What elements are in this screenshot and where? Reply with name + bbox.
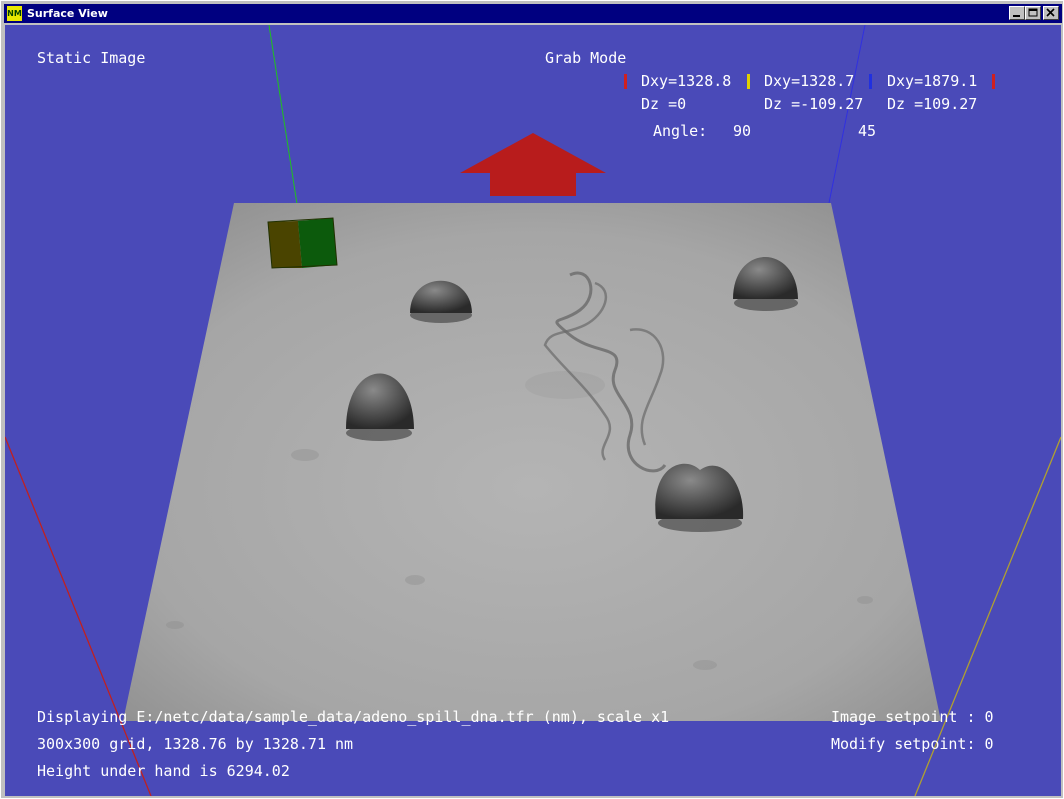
image-setpoint-status: Image setpoint : 0 xyxy=(831,708,994,726)
red-marker-end xyxy=(992,74,995,89)
position-marker[interactable] xyxy=(267,217,338,269)
dxy-1: Dxy=1328.8 xyxy=(641,72,732,90)
angle-value-2: 45 xyxy=(858,122,877,140)
modify-setpoint-status: Modify setpoint: 0 xyxy=(831,735,994,753)
angle-value-1: 90 xyxy=(733,122,752,140)
surface-viewport[interactable]: Static Image Grab Mode Dxy=1328.8 Dxy=13… xyxy=(5,25,1061,796)
title-bar[interactable]: NM Surface View xyxy=(4,4,1062,23)
height-under-hand-status: Height under hand is 6294.02 xyxy=(37,762,290,780)
surface-view-window: NM Surface View Static Image Grab Mode D… xyxy=(0,0,1064,799)
dz-2: Dz =-109.27 xyxy=(764,95,864,113)
red-marker xyxy=(624,74,627,89)
yellow-marker xyxy=(747,74,750,89)
window-title: Surface View xyxy=(27,7,108,20)
surface-scene xyxy=(5,25,1061,796)
displaying-file-status: Displaying E:/netc/data/sample_data/aden… xyxy=(37,708,670,726)
minimize-icon xyxy=(1013,15,1020,17)
close-icon xyxy=(1046,8,1055,17)
dz-3: Dz =109.27 xyxy=(887,95,978,113)
height-surface[interactable] xyxy=(123,203,941,721)
maximize-icon xyxy=(1028,8,1038,17)
up-arrow-icon[interactable] xyxy=(460,133,606,196)
close-button[interactable] xyxy=(1043,6,1059,20)
dxy-2: Dxy=1328.7 xyxy=(764,72,855,90)
app-icon: NM xyxy=(7,6,22,21)
dz-1: Dz =0 xyxy=(641,95,687,113)
blue-marker xyxy=(869,74,872,89)
grab-mode-label: Grab Mode xyxy=(545,49,627,67)
maximize-button[interactable] xyxy=(1025,6,1041,20)
blue-axis-line xyxy=(828,25,866,204)
grid-size-status: 300x300 grid, 1328.76 by 1328.71 nm xyxy=(37,735,354,753)
static-image-label: Static Image xyxy=(37,49,146,67)
angle-label: Angle: xyxy=(653,122,708,140)
dxy-3: Dxy=1879.1 xyxy=(887,72,978,90)
minimize-button[interactable] xyxy=(1009,6,1025,20)
